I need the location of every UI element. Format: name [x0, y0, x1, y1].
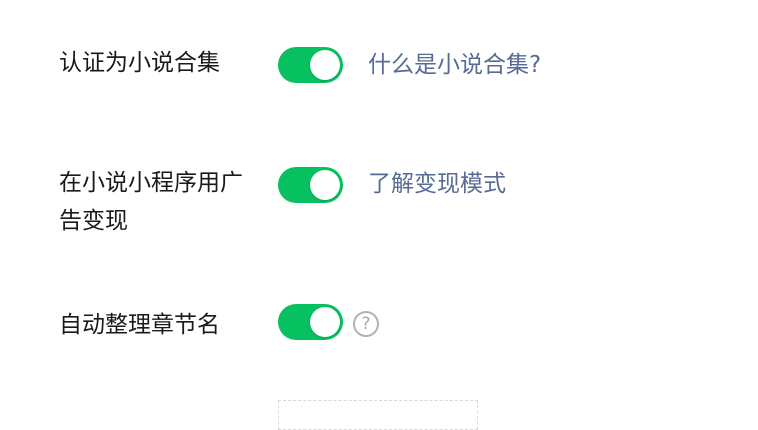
setting-label-novel-collection: 认证为小说合集 [59, 50, 220, 76]
auto-chapter-names-toggle[interactable] [278, 304, 343, 340]
ad-monetization-toggle[interactable] [278, 167, 343, 203]
toggle-knob [310, 50, 340, 80]
what-is-novel-collection-link[interactable]: 什么是小说合集? [368, 47, 541, 83]
novel-collection-toggle[interactable] [278, 47, 343, 83]
question-circle-icon[interactable]: ? [353, 311, 379, 337]
learn-monetization-mode-link[interactable]: 了解变现模式 [368, 166, 506, 202]
setting-label-ad-monetization: 在小说小程序用广告变现 [59, 170, 243, 234]
setting-label-auto-chapter-names: 自动整理章节名 [59, 312, 220, 338]
toggle-knob [310, 170, 340, 200]
input-box-partial[interactable] [278, 400, 478, 430]
toggle-knob [310, 307, 340, 337]
